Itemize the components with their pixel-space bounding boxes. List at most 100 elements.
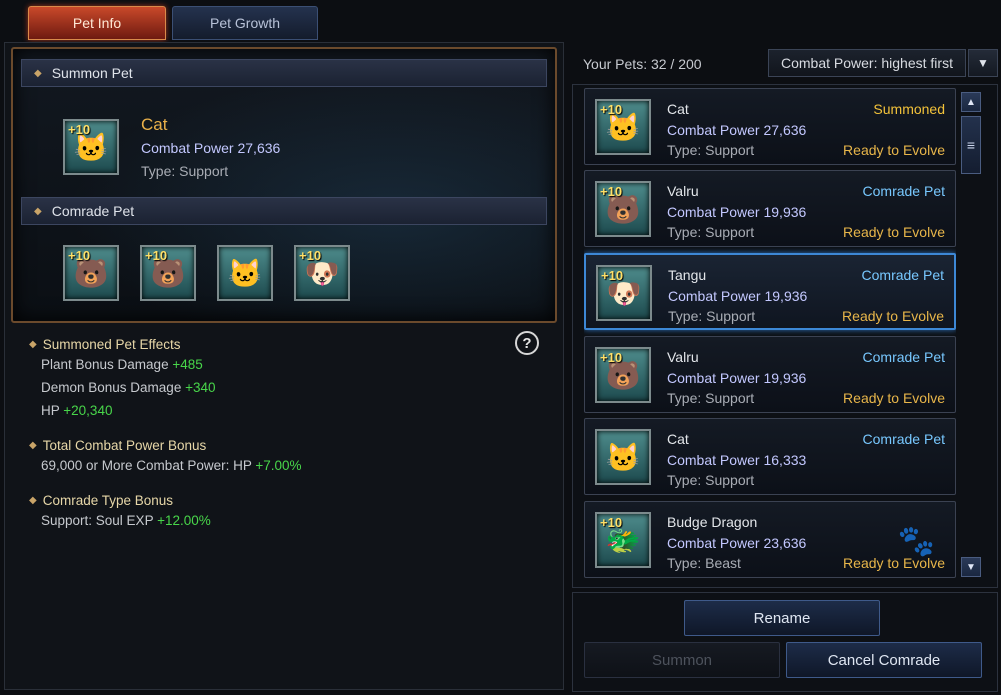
- cat-icon: 🐱: [227, 257, 263, 289]
- pet-status-badge: Comrade Pet: [862, 183, 945, 199]
- pet-type: Type: Beast: [667, 555, 741, 571]
- effect-group-title-text: Total Combat Power Bonus: [42, 438, 207, 453]
- pet-combat-power: Combat Power 16,333: [667, 452, 807, 468]
- effect-group-total-cp: ◆ Total Combat Power Bonus 69,000 or Mor…: [29, 438, 549, 473]
- sort-dropdown[interactable]: Combat Power: highest first: [768, 49, 966, 77]
- effect-line: HP +20,340: [29, 403, 549, 418]
- pet-name: Cat: [667, 101, 689, 117]
- diamond-icon: ◆: [34, 67, 42, 79]
- tab-pet-info[interactable]: Pet Info: [28, 6, 166, 40]
- ready-to-evolve-label: Ready to Evolve: [843, 390, 945, 406]
- pet-list-item[interactable]: +10 🐻 Valru Combat Power 19,936 Type: Su…: [584, 170, 956, 247]
- effect-group-title-text: Summoned Pet Effects: [42, 337, 181, 352]
- summon-pet-header: ◆ Summon Pet: [21, 59, 547, 87]
- pet-type: Type: Support: [667, 142, 755, 158]
- effect-label: Plant Bonus Damage: [41, 357, 169, 372]
- pet-level-badge: +10: [68, 248, 91, 263]
- ready-to-evolve-label: Ready to Evolve: [843, 224, 945, 240]
- pet-name: Budge Dragon: [667, 514, 758, 530]
- pet-portrait: +10 🐲: [595, 512, 651, 568]
- ready-to-evolve-label: Ready to Evolve: [843, 555, 945, 571]
- summoned-pet-name: Cat: [141, 115, 168, 134]
- summon-box: ◆ Summon Pet +10 🐱 Cat Combat Power 27,6…: [11, 47, 557, 323]
- pet-list-item[interactable]: +10 🐱 Cat Combat Power 27,636 Type: Supp…: [584, 88, 956, 165]
- comrade-pet-slot-1[interactable]: +10 🐻: [63, 245, 119, 301]
- pet-name: Valru: [667, 183, 699, 199]
- effect-group-title: ◆ Comrade Type Bonus: [29, 493, 549, 508]
- pet-count-label: Your Pets: 32 / 200: [583, 56, 702, 72]
- pet-name: Tangu: [668, 267, 707, 283]
- pet-level-badge: +10: [299, 248, 322, 263]
- summoned-pet-portrait[interactable]: +10 🐱: [63, 119, 119, 175]
- tab-bar: Pet Info Pet Growth: [28, 6, 318, 40]
- diamond-icon: ◆: [29, 440, 37, 451]
- pet-combat-power: Combat Power 19,936: [667, 204, 807, 220]
- pet-status-badge: Comrade Pet: [862, 431, 945, 447]
- scrollbar-thumb[interactable]: ≡: [961, 116, 981, 174]
- pet-portrait: 🐱: [595, 429, 651, 485]
- effect-group-comrade-type: ◆ Comrade Type Bonus Support: Soul EXP +…: [29, 493, 549, 528]
- pet-combat-power: Combat Power 27,636: [667, 122, 807, 138]
- pet-portrait: +10 🐶: [596, 265, 652, 321]
- summoned-pet-type: Type: Support: [141, 163, 229, 179]
- pet-type: Type: Support: [667, 472, 755, 488]
- comrade-pet-slot-3[interactable]: 🐱: [217, 245, 273, 301]
- ready-to-evolve-label: Ready to Evolve: [842, 308, 944, 324]
- comrade-pet-slot-2[interactable]: +10 🐻: [140, 245, 196, 301]
- effect-line: 69,000 or More Combat Power: HP +7.00%: [29, 458, 549, 473]
- pet-level-badge: +10: [145, 248, 168, 263]
- chevron-down-icon[interactable]: ▼: [968, 49, 998, 77]
- rename-button[interactable]: Rename: [684, 600, 880, 636]
- pet-level-badge: +10: [600, 515, 623, 530]
- scroll-up-button[interactable]: ▲: [961, 92, 981, 112]
- effect-label: 69,000 or More Combat Power: HP: [41, 458, 252, 473]
- pet-combat-power: Combat Power 19,936: [667, 370, 807, 386]
- effect-value: +485: [172, 357, 203, 372]
- pet-list-item[interactable]: +10 🐲 Budge Dragon Combat Power 23,636 T…: [584, 501, 956, 578]
- pet-name: Cat: [667, 431, 689, 447]
- pet-level-badge: +10: [68, 122, 91, 137]
- pet-info-panel: ◆ Summon Pet +10 🐱 Cat Combat Power 27,6…: [4, 42, 564, 690]
- effect-value: +12.00%: [157, 513, 211, 528]
- effect-line: Demon Bonus Damage +340: [29, 380, 549, 395]
- effect-label: Demon Bonus Damage: [41, 380, 182, 395]
- pet-list-item[interactable]: +10 🐻 Valru Combat Power 19,936 Type: Su…: [584, 336, 956, 413]
- pet-combat-power: Combat Power 19,936: [668, 288, 808, 304]
- ready-to-evolve-label: Ready to Evolve: [843, 142, 945, 158]
- diamond-icon: ◆: [29, 339, 37, 350]
- effect-value: +7.00%: [255, 458, 302, 473]
- effect-value: +20,340: [63, 403, 113, 418]
- comrade-pet-header: ◆ Comrade Pet: [21, 197, 547, 225]
- summon-button[interactable]: Summon: [584, 642, 780, 678]
- pet-status-badge: Summoned: [873, 101, 945, 117]
- effect-group-summoned: ◆ Summoned Pet Effects Plant Bonus Damag…: [29, 337, 549, 418]
- scroll-down-button[interactable]: ▼: [961, 557, 981, 577]
- effect-label: HP: [41, 403, 60, 418]
- pet-list-item[interactable]: 🐱 Cat Combat Power 16,333 Type: Support …: [584, 418, 956, 495]
- effect-group-title: ◆ Total Combat Power Bonus: [29, 438, 549, 453]
- cancel-comrade-button[interactable]: Cancel Comrade: [786, 642, 982, 678]
- pet-name: Valru: [667, 349, 699, 365]
- effect-group-title: ◆ Summoned Pet Effects: [29, 337, 549, 352]
- effect-line: Plant Bonus Damage +485: [29, 357, 549, 372]
- pet-list-item-selected[interactable]: +10 🐶 Tangu Combat Power 19,936 Type: Su…: [584, 253, 956, 330]
- pet-type: Type: Support: [667, 390, 755, 406]
- pet-combat-power: Combat Power 23,636: [667, 535, 807, 551]
- pet-level-badge: +10: [600, 184, 623, 199]
- pet-portrait: +10 🐱: [595, 99, 651, 155]
- effect-value: +340: [185, 380, 216, 395]
- pet-level-badge: +10: [600, 102, 623, 117]
- pet-portrait: +10 🐻: [595, 181, 651, 237]
- comrade-pet-slot-4[interactable]: +10 🐶: [294, 245, 350, 301]
- pet-status-badge: Comrade Pet: [862, 349, 945, 365]
- pet-level-badge: +10: [600, 350, 623, 365]
- tab-pet-growth[interactable]: Pet Growth: [172, 6, 318, 40]
- cat-icon: 🐱: [605, 441, 641, 473]
- effect-label: Support: Soul EXP: [41, 513, 154, 528]
- diamond-icon: ◆: [29, 495, 37, 506]
- diamond-icon: ◆: [34, 205, 42, 217]
- pet-effects-list: ◆ Summoned Pet Effects Plant Bonus Damag…: [29, 337, 549, 528]
- effect-group-title-text: Comrade Type Bonus: [42, 493, 174, 508]
- pet-portrait: +10 🐻: [595, 347, 651, 403]
- pet-type: Type: Support: [668, 308, 756, 324]
